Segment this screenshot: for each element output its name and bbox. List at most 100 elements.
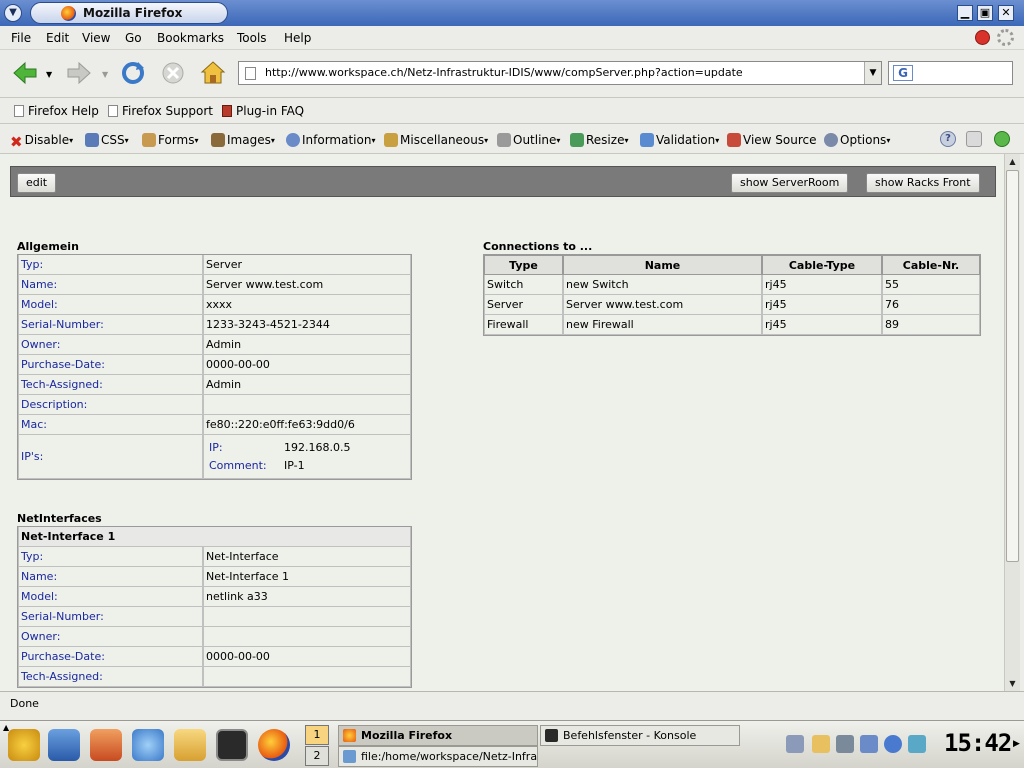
field-value [203, 395, 411, 415]
vertical-scrollbar[interactable]: ▲ ▼ [1004, 154, 1020, 691]
bookmark-firefox-support[interactable]: Firefox Support [108, 104, 213, 118]
webdev-information[interactable]: Information▾ [286, 133, 375, 147]
field-label: Typ: [18, 255, 203, 275]
dropdown-caret-icon: ▾ [194, 136, 199, 145]
ip-grid: IP: 192.168.0.5 Comment: IP-1 [206, 437, 408, 477]
menu-help[interactable]: Help [284, 31, 311, 45]
task-mozilla-firefox[interactable]: Mozilla Firefox [338, 725, 538, 746]
back-arrow-icon [13, 61, 37, 85]
edit-button[interactable]: edit [17, 173, 57, 193]
kwallet-icon[interactable] [812, 735, 830, 753]
file-manager-icon[interactable] [174, 729, 206, 761]
section-title-connections: Connections to ... [483, 240, 593, 253]
network-icon[interactable] [860, 735, 878, 753]
window-menu-button[interactable]: ▼ [4, 4, 22, 22]
url-bar[interactable]: http://www.workspace.ch/Netz-Infrastrukt… [238, 61, 882, 85]
webdev-images[interactable]: Images▾ [211, 133, 275, 147]
webdev-disable[interactable]: ✖ Disable▾ [10, 133, 73, 151]
webdev-resize[interactable]: Resize▾ [570, 133, 628, 147]
menu-view[interactable]: View [82, 31, 110, 45]
field-value: Net-Interface [203, 547, 411, 567]
url-text[interactable]: http://www.workspace.ch/Netz-Infrastrukt… [265, 66, 743, 79]
outline-icon [497, 133, 511, 147]
firefox-launcher-icon[interactable] [258, 729, 290, 761]
field-label: Tech-Assigned: [18, 375, 203, 395]
pager-desktop-1[interactable]: 1 [305, 725, 329, 745]
netinterfaces-table: Net-Interface 1 Typ: Net-Interface Name: Ne… [17, 526, 412, 688]
window-title: Mozilla Firefox [83, 6, 183, 20]
menu-bookmarks[interactable]: Bookmarks [157, 31, 224, 45]
scroll-up-icon[interactable]: ▲ [1005, 154, 1020, 169]
webdev-forms[interactable]: Forms▾ [142, 133, 199, 147]
connection-cell: rj45 [762, 275, 882, 295]
field-label: Owner: [18, 335, 203, 355]
field-value: Admin [203, 335, 411, 355]
webdev-css[interactable]: CSS▾ [85, 133, 129, 147]
dropdown-caret-icon: ▾ [270, 136, 275, 145]
volume-icon[interactable] [836, 735, 854, 753]
scrollbar-thumb[interactable] [1006, 170, 1019, 562]
stop-button[interactable] [160, 60, 186, 86]
task-file-browser[interactable]: file:/home/workspace/Netz-Infrastrukt [338, 746, 538, 767]
task-konsole[interactable]: Befehlsfenster - Konsole [540, 725, 740, 746]
info-row: Model: netlink a33 [18, 587, 411, 607]
webdev-label: Outline [513, 133, 557, 147]
panel-scroll-icon[interactable]: ▶ [1013, 739, 1020, 749]
info-row: Model: xxxx [18, 295, 411, 315]
connection-icon[interactable] [908, 735, 926, 753]
netinterface-header: Net-Interface 1 [18, 527, 411, 547]
webdev-validation[interactable]: Validation▾ [640, 133, 719, 147]
allgemein-table: Typ: Server Name: Server www.test.com Model:… [17, 254, 412, 480]
konsole-task-icon [545, 729, 558, 742]
show-racks-front-button[interactable]: show Racks Front [866, 173, 980, 193]
search-box[interactable]: G [888, 61, 1013, 85]
back-history-icon[interactable]: ▼ [46, 70, 52, 79]
scroll-down-icon[interactable]: ▼ [1005, 676, 1020, 691]
google-search-icon[interactable]: G [893, 65, 913, 81]
connection-row: Server Server www.test.com rj45 76 [484, 295, 980, 315]
webdev-label: Resize [586, 133, 625, 147]
menu-tools[interactable]: Tools [237, 31, 267, 45]
forward-history-icon[interactable]: ▼ [102, 70, 108, 79]
bookmark-firefox-help[interactable]: Firefox Help [14, 104, 99, 118]
home-button[interactable] [200, 60, 226, 86]
close-button[interactable]: ✕ [998, 5, 1014, 21]
connection-row: Firewall new Firewall rj45 89 [484, 315, 980, 335]
kde-menu-icon[interactable] [8, 729, 40, 761]
webdev-options[interactable]: Options▾ [824, 133, 890, 147]
home-folder-icon[interactable] [90, 729, 122, 761]
reload-button[interactable] [120, 60, 146, 86]
desktop-icon[interactable] [48, 729, 80, 761]
info-icon [286, 133, 300, 147]
pager-desktop-2[interactable]: 2 [305, 746, 329, 766]
klipper-icon[interactable] [786, 735, 804, 753]
url-dropdown-icon[interactable]: ▼ [864, 62, 881, 84]
forward-button[interactable] [66, 60, 92, 86]
bookmark-plugin-faq[interactable]: Plug-in FAQ [222, 104, 304, 118]
konqueror-icon[interactable] [132, 729, 164, 761]
back-button[interactable] [12, 60, 38, 86]
webdev-outline[interactable]: Outline▾ [497, 133, 560, 147]
webdev-label: Validation [656, 133, 716, 147]
menu-file[interactable]: File [11, 31, 31, 45]
webdev-miscellaneous[interactable]: Miscellaneous▾ [384, 133, 488, 147]
field-label: Serial-Number: [18, 607, 203, 627]
play-status-icon[interactable] [994, 131, 1010, 147]
show-serverroom-button[interactable]: show ServerRoom [731, 173, 849, 193]
throbber-icon [997, 29, 1014, 46]
field-value [203, 607, 411, 627]
field-label: Owner: [18, 627, 203, 647]
menu-go[interactable]: Go [125, 31, 142, 45]
task-label: Befehlsfenster - Konsole [563, 729, 697, 742]
update-icon[interactable] [884, 735, 902, 753]
forms-icon [142, 133, 156, 147]
minimize-button[interactable]: ▁ [957, 5, 973, 21]
tools-icon[interactable] [966, 131, 982, 147]
maximize-button[interactable]: ▣ [977, 5, 993, 21]
connection-cell: rj45 [762, 295, 882, 315]
menu-edit[interactable]: Edit [46, 31, 69, 45]
terminal-icon[interactable] [216, 729, 248, 761]
help-icon[interactable]: ? [940, 131, 956, 147]
taskbar: ▲ 1 2 Mozilla Firefox Befehlsfenster - K… [0, 720, 1024, 768]
webdev-view-source[interactable]: View Source [727, 133, 817, 147]
